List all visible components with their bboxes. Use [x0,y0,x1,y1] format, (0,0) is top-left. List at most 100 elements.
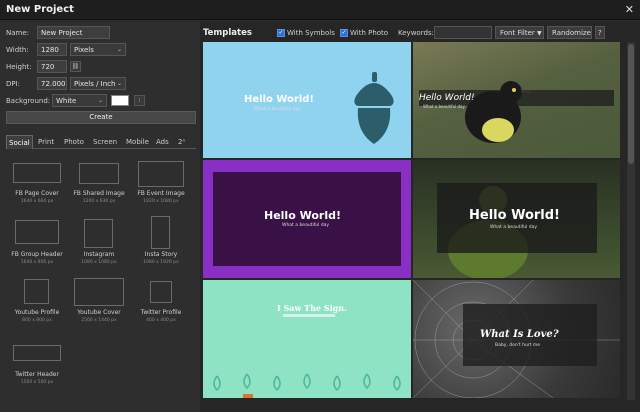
dpi-label: DPI: [6,80,21,88]
tab-print[interactable]: Print [36,135,56,149]
height-input[interactable]: 720 [37,60,67,73]
preset-thumbnail [24,279,49,304]
template-card-3[interactable]: Hello World! What a beautiful day [203,160,411,278]
name-label: Name: [6,29,30,37]
settings-panel: Name: New Project Width: 1280 Pixels ⌄ H… [0,22,200,412]
keywords-label: Keywords: [398,29,434,37]
preset-name: Twitter Profile [140,309,182,316]
preset-fb-group-header[interactable]: FB Group Header 1640 x 856 px [7,216,67,276]
preset-thumbnail [13,163,61,183]
preset-instagram[interactable]: Instagram 1080 x 1080 px [69,216,129,276]
font-filter-button[interactable]: Font Filter ▼ [495,26,544,39]
template-card-1[interactable]: Hello World! What a beautiful day [203,42,411,158]
tab-photo[interactable]: Photo [62,135,86,149]
template-subtitle: What a beautiful day [423,104,465,109]
background-select[interactable]: White ⌄ [52,94,107,107]
width-unit-value: Pixels [74,46,94,54]
preset-size: 1500 x 500 px [20,380,54,385]
triangle-down-icon: ▼ [537,30,542,37]
title-bar: New Project ✕ [0,0,640,20]
preset-size: 1640 x 664 px [20,199,54,204]
with-symbols-label: With Symbols [287,29,335,37]
preset-name: FB Group Header [11,251,63,258]
preset-thumbnail [151,216,170,249]
preset-fb-event-image[interactable]: FB Event Image 1920 x 1080 px [131,158,191,218]
tab-screen[interactable]: Screen [91,135,119,149]
templates-title: Templates [203,28,252,38]
preset-fb-shared-image[interactable]: FB Shared Image 1200 x 630 px [69,158,129,218]
preset-name: Instagram [83,251,115,258]
decorative-rule [283,314,335,317]
preset-twitter-profile[interactable]: Twitter Profile 400 x 400 px [131,276,191,336]
preset-youtube-cover[interactable]: Youtube Cover 2560 x 1440 px [69,276,129,336]
templates-scrollbar[interactable] [627,42,635,400]
dpi-unit-value: Pixels / Inch [74,80,116,88]
template-card-6[interactable]: What Is Love? Baby, don't hurt me [413,280,620,398]
template-card-4[interactable]: Hello World! What a beautiful day [413,160,620,278]
width-unit-select[interactable]: Pixels ⌄ [70,43,126,56]
tab-social[interactable]: Social [6,135,33,149]
keywords-input[interactable] [434,26,492,39]
preset-thumbnail [13,345,61,361]
template-card-5[interactable]: I Saw The Sign. [203,280,411,398]
preset-twitter-header[interactable]: Twitter Header 1500 x 500 px [7,338,67,398]
preset-name: FB Event Image [137,190,185,197]
preset-thumbnail [79,163,119,184]
link-ratio-icon[interactable]: ⛓ [70,61,81,72]
chevron-down-icon: ⌄ [116,80,122,87]
preset-thumbnail [150,281,172,303]
preset-fb-page-cover[interactable]: FB Page Cover 1640 x 664 px [7,158,67,218]
window-title: New Project [6,4,74,15]
preset-name: Youtube Profile [14,309,60,316]
preset-thumbnail [138,161,184,187]
preset-size: 1200 x 630 px [82,199,116,204]
preset-size: 800 x 800 px [22,318,52,323]
scrollbar-thumb[interactable] [628,44,634,164]
template-heading: Hello World! [244,94,314,105]
with-photo-checkbox[interactable]: ✓ [340,29,348,37]
template-subtitle: Baby, don't hurt me [495,343,541,348]
background-value: White [56,97,77,105]
help-button[interactable]: ? [595,26,605,39]
pattern-strip [213,373,401,398]
preset-youtube-profile[interactable]: Youtube Profile 800 x 800 px [7,276,67,336]
bird-image [465,81,531,143]
preset-size: 1080 x 1080 px [81,260,117,265]
width-input[interactable]: 1280 [37,43,67,56]
randomize-button[interactable]: Randomize [547,26,592,39]
preset-size: 400 x 400 px [146,318,176,323]
template-subtitle: What a beautiful day [282,223,330,228]
template-heading: Hello World! [469,208,560,223]
background-color-swatch[interactable] [111,95,129,106]
template-subtitle: What a beautiful day [490,225,538,230]
preset-name: FB Page Cover [15,190,59,197]
with-photo-label: With Photo [350,29,389,37]
template-heading: Hello World! [419,93,475,103]
template-heading: What Is Love? [480,329,559,340]
dpi-input[interactable]: 72.000 [37,77,67,90]
with-symbols-checkbox[interactable]: ✓ [277,29,285,37]
preset-name: Youtube Cover [77,309,121,316]
preset-thumbnail [74,278,124,306]
template-heading: Hello World! [264,209,341,222]
tab-power-of-two[interactable]: 2ⁿ [176,135,187,149]
create-button[interactable]: Create [6,111,196,124]
name-input[interactable]: New Project [37,26,110,39]
eyedropper-icon[interactable]: ⁝ [134,95,145,106]
templates-panel: Templates ✓ With Symbols ✓ With Photo Ke… [200,22,640,412]
tab-ads[interactable]: Ads [154,135,171,149]
height-label: Height: [6,63,32,71]
dpi-unit-select[interactable]: Pixels / Inch ⌄ [70,77,126,90]
preset-name: FB Shared Image [73,190,125,197]
preset-insta-story[interactable]: Insta Story 1080 x 1920 px [131,216,191,276]
chevron-down-icon: ⌄ [97,97,103,104]
preset-thumbnail [84,219,113,248]
preset-thumbnail [15,220,59,244]
tab-mobile[interactable]: Mobile [124,135,151,149]
template-subtitle: What a beautiful day [254,107,302,112]
close-icon[interactable]: ✕ [625,3,634,16]
preset-size: 2560 x 1440 px [81,318,117,323]
acorn-icon [354,72,394,144]
font-filter-label: Font Filter [500,29,535,37]
template-card-2[interactable]: Hello World! What a beautiful day [413,42,620,158]
